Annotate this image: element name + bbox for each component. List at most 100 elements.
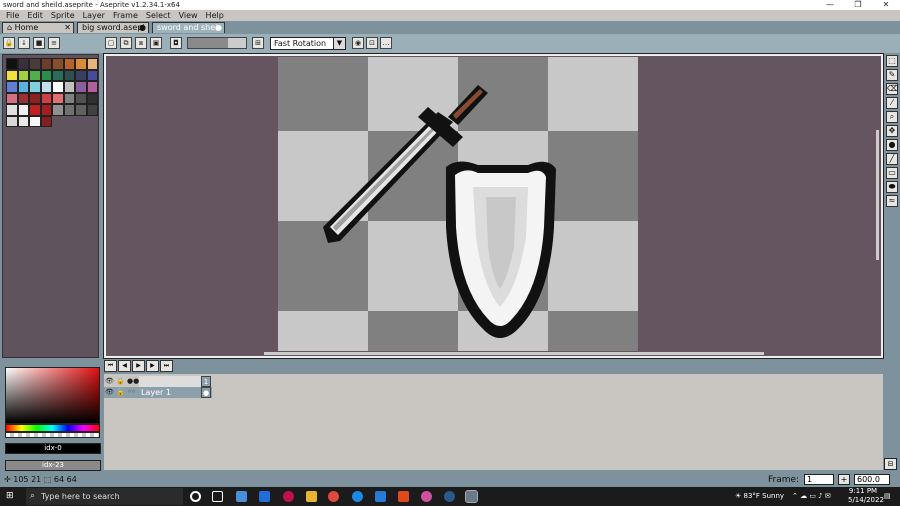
palette-swatch[interactable] — [6, 92, 18, 104]
pencil-icon[interactable]: ✎ — [886, 69, 898, 81]
mail-icon[interactable] — [259, 491, 270, 502]
vertical-scrollbar[interactable] — [876, 130, 879, 260]
edge-icon[interactable] — [352, 491, 363, 502]
line-icon[interactable]: ╱ — [886, 153, 898, 165]
palette-swatch[interactable] — [86, 104, 98, 116]
tab-sword-and-sheild[interactable]: sword and shei ● — [152, 22, 225, 33]
palette-swatch[interactable] — [40, 92, 52, 104]
maximize-button[interactable]: ❐ — [844, 0, 872, 10]
rectangle-icon[interactable]: ▭ — [886, 167, 898, 179]
frame-input[interactable]: 1 — [804, 474, 834, 485]
app-icon[interactable] — [421, 491, 432, 502]
first-frame-icon[interactable]: ⏮ — [104, 360, 117, 372]
cortana-icon[interactable] — [190, 491, 201, 502]
selection-subtract-icon[interactable]: ⧈ — [135, 37, 147, 49]
file-explorer-icon[interactable] — [306, 491, 317, 502]
flip-icon[interactable]: ◉ — [352, 37, 364, 49]
palette-swatch[interactable] — [63, 92, 75, 104]
add-frame-button[interactable]: + — [838, 474, 850, 485]
palette-swatch[interactable] — [17, 58, 29, 70]
menu-icon[interactable]: ≡ — [48, 37, 60, 49]
palette-swatch[interactable] — [29, 69, 41, 81]
palette-swatch[interactable] — [86, 58, 98, 70]
background-color-button[interactable]: idx-23 — [5, 460, 101, 471]
timeline-toggle-icon[interactable]: ⊟ — [884, 458, 897, 470]
chrome-icon[interactable] — [328, 491, 339, 502]
store-icon[interactable] — [236, 491, 247, 502]
palette-swatch[interactable] — [17, 81, 29, 93]
palette-swatch[interactable] — [75, 58, 87, 70]
cel[interactable]: ● — [201, 387, 211, 398]
move-icon[interactable]: ✥ — [886, 125, 898, 137]
palette-swatch[interactable] — [40, 115, 52, 127]
menu-help[interactable]: Help — [202, 10, 228, 21]
zoom-input[interactable]: 600.0 — [854, 474, 890, 485]
palette-swatch[interactable] — [63, 69, 75, 81]
steam-icon[interactable] — [444, 491, 455, 502]
palette-swatch[interactable] — [52, 104, 64, 116]
eyedropper-icon[interactable]: ⁄ — [886, 97, 898, 109]
continuous-icon[interactable]: ◦◦ — [127, 388, 136, 397]
menu-frame[interactable]: Frame — [109, 10, 142, 21]
palette-swatch[interactable] — [17, 69, 29, 81]
close-icon[interactable]: ✕ — [64, 23, 71, 33]
tab-home[interactable]: ⌂ Home ✕ — [2, 22, 74, 33]
palette-swatch[interactable] — [29, 104, 41, 116]
taskbar-search[interactable]: ⌕ Type here to search — [26, 488, 183, 505]
palette-swatch[interactable] — [86, 92, 98, 104]
palette-swatch[interactable] — [17, 115, 29, 127]
tab-big-sword[interactable]: big sword.asepi ● — [77, 22, 149, 33]
layer-row[interactable]: 👁 🔓 ◦◦ Layer 1 ● — [104, 387, 212, 398]
palette-swatch[interactable] — [63, 58, 75, 70]
blur-icon[interactable]: ≈ — [886, 195, 898, 207]
menu-sprite[interactable]: Sprite — [47, 10, 79, 21]
download-icon[interactable]: ↓ — [18, 37, 30, 49]
palette-swatch[interactable] — [6, 115, 18, 127]
selection-intersect-icon[interactable]: ▣ — [150, 37, 162, 49]
palette-swatch[interactable] — [40, 58, 52, 70]
onion-skin-icon[interactable]: ●● — [127, 377, 139, 386]
prev-frame-icon[interactable]: ◀ — [118, 360, 131, 372]
palette-swatch[interactable] — [29, 58, 41, 70]
weather-widget[interactable]: ☀ 83°F Sunny — [735, 487, 784, 506]
menu-file[interactable]: File — [2, 10, 23, 21]
eye-icon[interactable]: 👁 — [105, 377, 114, 386]
transparent-color-icon[interactable]: ◘ — [170, 37, 182, 49]
palette-swatch[interactable] — [6, 58, 18, 70]
windows-start-icon[interactable]: ⊞ — [6, 491, 17, 502]
hue-slider[interactable] — [5, 424, 100, 432]
lock-icon[interactable]: 🔒 — [3, 37, 15, 49]
palette-swatch[interactable] — [63, 81, 75, 93]
menu-select[interactable]: Select — [142, 10, 175, 21]
palette-swatch[interactable] — [52, 58, 64, 70]
horizontal-scrollbar[interactable] — [264, 352, 764, 355]
frame-header[interactable]: 1 — [201, 376, 211, 387]
palette-swatch[interactable] — [29, 92, 41, 104]
palette-swatch[interactable] — [6, 69, 18, 81]
fill-icon[interactable]: ● — [886, 139, 898, 151]
palette-swatch[interactable] — [75, 104, 87, 116]
contour-icon[interactable]: ⬬ — [886, 181, 898, 193]
transform-icon[interactable]: ⊡ — [366, 37, 378, 49]
modified-icon[interactable]: ● — [215, 23, 222, 33]
task-view-icon[interactable] — [212, 491, 223, 502]
palette-swatch[interactable] — [86, 69, 98, 81]
palette-swatch[interactable] — [29, 81, 41, 93]
eraser-icon[interactable]: ⌫ — [886, 83, 898, 95]
menu-layer[interactable]: Layer — [79, 10, 109, 21]
palette-swatch[interactable] — [52, 81, 64, 93]
last-frame-icon[interactable]: ⏭ — [160, 360, 173, 372]
palette-swatch[interactable] — [40, 69, 52, 81]
palette-swatch[interactable] — [52, 69, 64, 81]
palette-swatch[interactable] — [17, 92, 29, 104]
opera-icon[interactable] — [283, 491, 294, 502]
modified-icon[interactable]: ● — [139, 23, 146, 33]
chevron-down-icon[interactable]: ▼ — [333, 38, 345, 49]
outlook-icon[interactable] — [375, 491, 386, 502]
zoom-icon[interactable]: ⌕ — [886, 111, 898, 123]
palette-swatch[interactable] — [52, 92, 64, 104]
opacity-slider[interactable] — [187, 37, 247, 49]
palette-swatch[interactable] — [86, 81, 98, 93]
play-icon[interactable]: ▶ — [132, 360, 145, 372]
palette-swatch[interactable] — [40, 104, 52, 116]
